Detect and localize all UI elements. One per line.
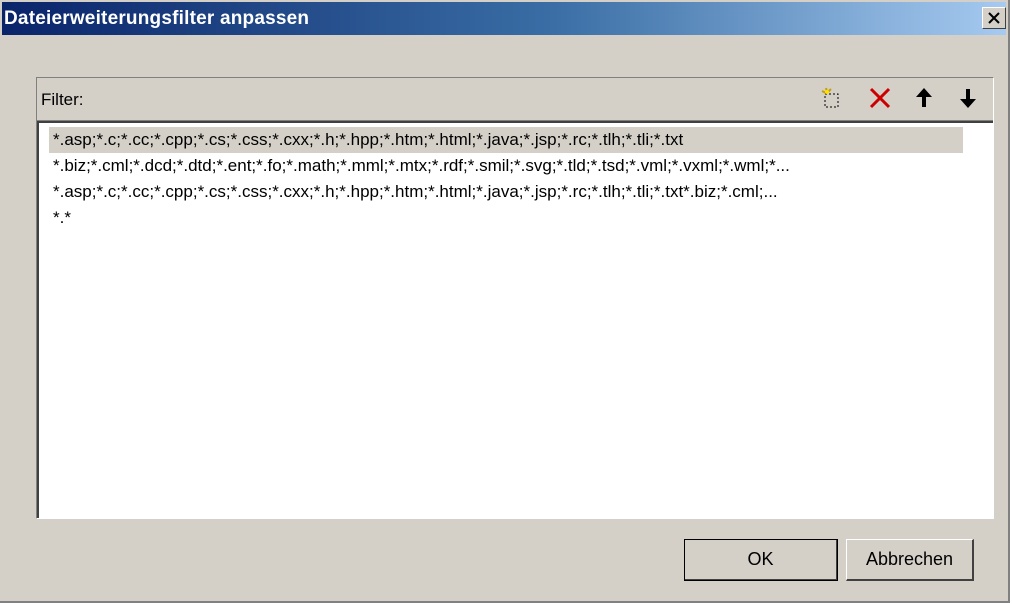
new-item-icon: [819, 85, 845, 111]
move-up-button[interactable]: [911, 85, 937, 111]
arrow-up-icon: [911, 85, 937, 111]
arrow-down-icon: [955, 85, 981, 111]
cancel-button[interactable]: Abbrechen: [846, 539, 974, 581]
move-down-button[interactable]: [955, 85, 981, 111]
customize-filter-dialog: Dateierweiterungsfilter anpassen Filter:: [0, 0, 1010, 603]
list-item[interactable]: *.asp;*.c;*.cc;*.cpp;*.cs;*.css;*.cxx;*.…: [49, 179, 778, 205]
filter-group: Filter: *.asp;*.c;*.cc;*.cpp;*.cs;*.css;…: [36, 77, 994, 519]
ok-button[interactable]: OK: [684, 539, 838, 581]
filter-list[interactable]: *.asp;*.c;*.cc;*.cpp;*.cs;*.css;*.cxx;*.…: [37, 121, 993, 518]
title-bar[interactable]: Dateierweiterungsfilter anpassen: [2, 2, 1006, 35]
delete-filter-button[interactable]: [867, 85, 893, 111]
list-item[interactable]: *.biz;*.cml;*.dcd;*.dtd;*.ent;*.fo;*.mat…: [49, 153, 790, 179]
filter-label: Filter:: [41, 90, 84, 109]
filter-header: Filter:: [37, 78, 993, 121]
list-item[interactable]: *.*: [49, 205, 71, 231]
list-item[interactable]: *.asp;*.c;*.cc;*.cpp;*.cs;*.css;*.cxx;*.…: [49, 127, 963, 153]
new-filter-button[interactable]: [819, 85, 845, 111]
window-title: Dateierweiterungsfilter anpassen: [4, 8, 310, 29]
delete-x-icon: [867, 85, 893, 111]
close-button[interactable]: [982, 7, 1006, 29]
